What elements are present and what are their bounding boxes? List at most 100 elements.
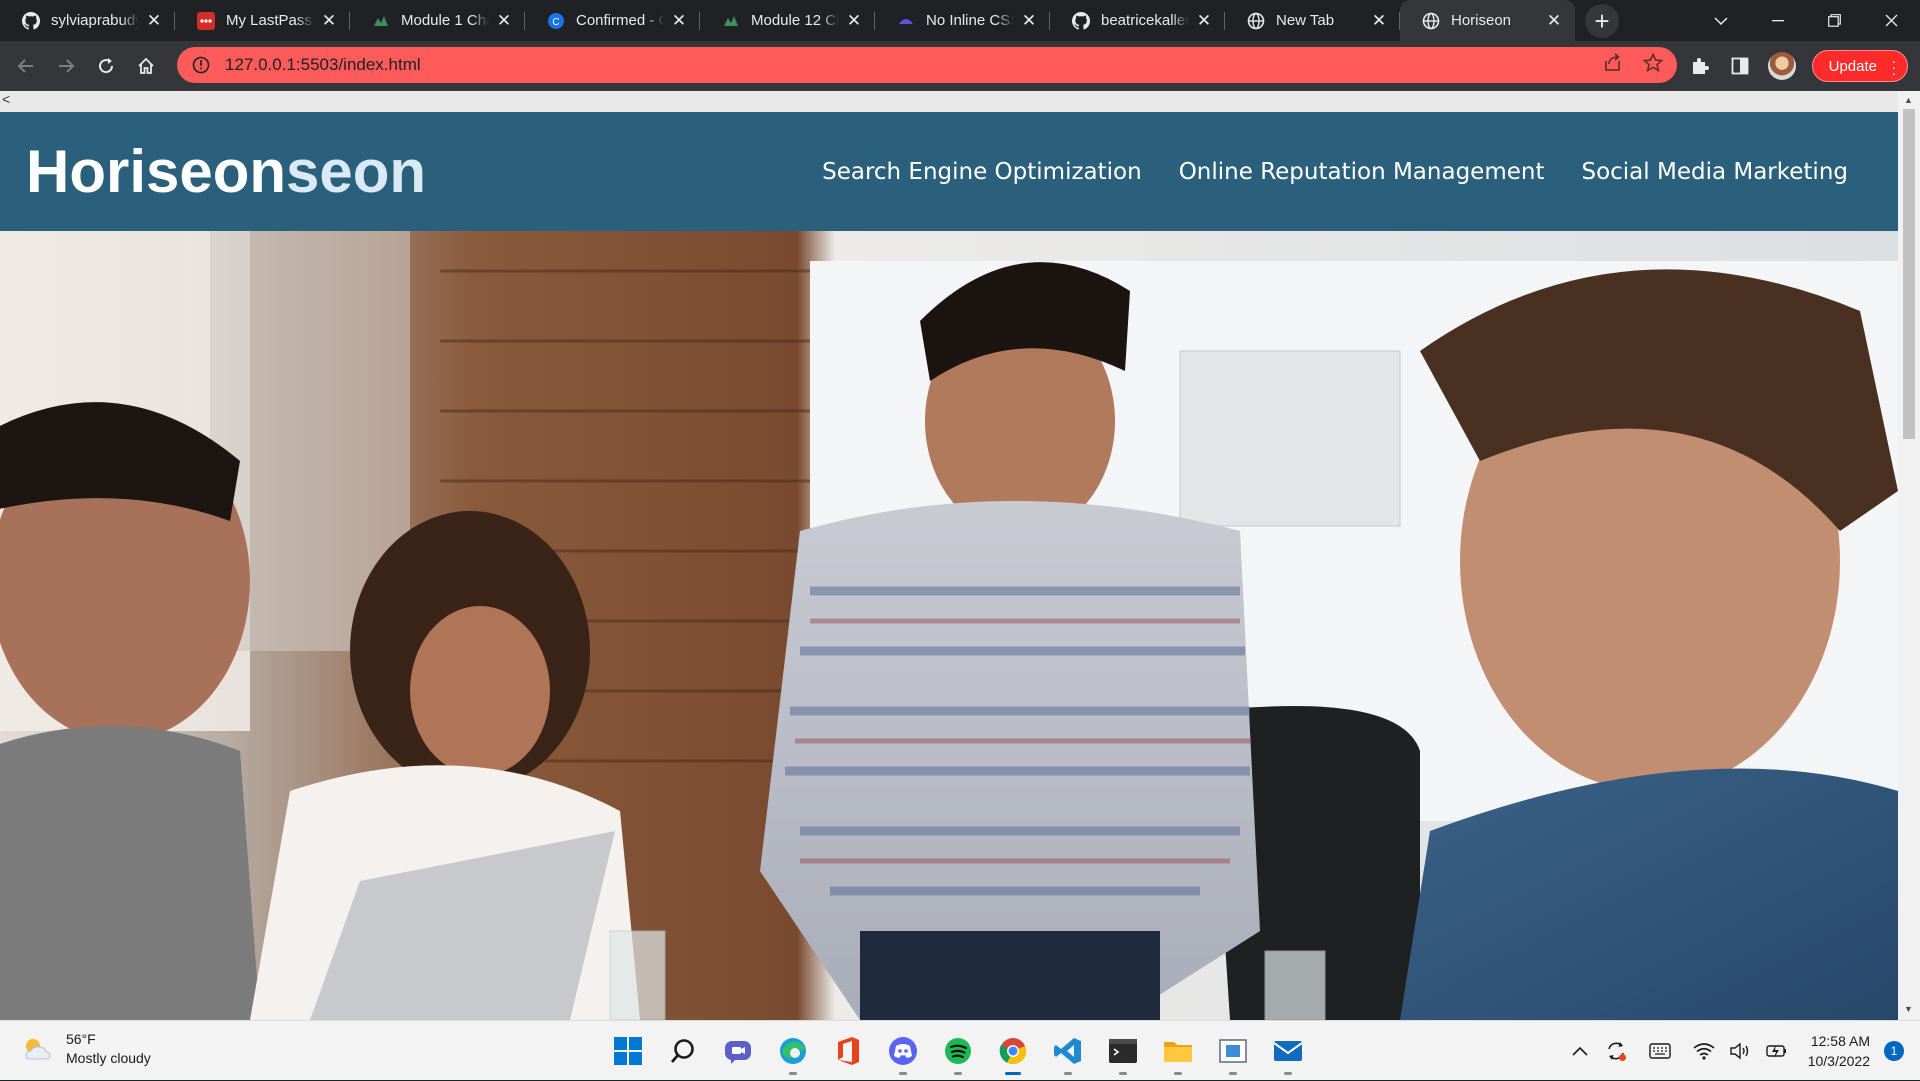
edge-button[interactable] — [775, 1033, 811, 1075]
bookmark-star-icon[interactable] — [1642, 52, 1664, 78]
profile-avatar[interactable] — [1767, 52, 1796, 80]
chrome-button[interactable] — [995, 1033, 1031, 1075]
running-indicator — [954, 1072, 962, 1075]
back-button[interactable] — [6, 46, 46, 86]
windows-logo-icon — [614, 1037, 642, 1065]
nav-link-social-media[interactable]: Social Media Marketing — [1581, 159, 1848, 185]
search-button[interactable] — [665, 1033, 701, 1069]
more-vert-icon: · · · — [1891, 53, 1896, 81]
home-icon — [138, 57, 154, 74]
restore-button[interactable] — [1806, 0, 1863, 41]
tab-search-button[interactable] — [1692, 0, 1749, 41]
extensions-puzzle-icon[interactable] — [1688, 54, 1712, 78]
update-button[interactable]: Update · · · — [1811, 50, 1908, 82]
running-indicator — [1119, 1072, 1127, 1075]
close-window-button[interactable] — [1863, 0, 1920, 41]
tab-strip: sylviaprabudy ✕ My LastPass V ✕ Module 1… — [0, 0, 1920, 41]
tab-confirmed[interactable]: C Confirmed - C ✕ — [525, 0, 700, 41]
running-indicator — [1229, 1072, 1237, 1075]
terminal-button[interactable] — [1105, 1033, 1141, 1075]
github-icon — [1072, 11, 1090, 30]
address-bar[interactable]: 127.0.0.1:5503/index.html — [177, 47, 1677, 83]
tab-title: Module 12 Ch — [751, 12, 839, 29]
home-button[interactable] — [126, 46, 166, 86]
partial-content-strip: < — [0, 91, 1898, 112]
vscode-button[interactable] — [1050, 1033, 1086, 1075]
tab-new-tab[interactable]: New Tab ✕ — [1225, 0, 1400, 41]
mail-button[interactable] — [1270, 1033, 1306, 1075]
tab-github-beatrice[interactable]: beatricekallen ✕ — [1050, 0, 1225, 41]
svg-text:C: C — [552, 17, 559, 28]
discord-button[interactable] — [885, 1033, 921, 1075]
tab-title: beatricekallen — [1101, 12, 1189, 29]
partial-text: < — [2, 91, 11, 107]
volume-icon[interactable] — [1728, 1039, 1752, 1063]
github-icon — [22, 11, 40, 30]
close-icon[interactable]: ✕ — [1370, 11, 1388, 30]
update-label: Update — [1828, 57, 1877, 75]
chevron-up-icon[interactable] — [1568, 1039, 1592, 1063]
close-icon[interactable]: ✕ — [1020, 11, 1038, 30]
running-indicator — [1174, 1072, 1182, 1075]
scroll-up-icon[interactable]: ▲ — [1904, 95, 1913, 105]
url-text: 127.0.0.1:5503/index.html — [225, 55, 421, 74]
close-icon[interactable]: ✕ — [145, 11, 163, 30]
site-nav: Search Engine Optimization Online Reputa… — [822, 159, 1848, 185]
close-icon[interactable]: ✕ — [845, 11, 863, 30]
weather-desc: Mostly cloudy — [66, 1050, 151, 1066]
clock-time: 12:58 AM — [1810, 1033, 1870, 1049]
arrow-left-icon — [17, 59, 33, 73]
nav-link-reputation[interactable]: Online Reputation Management — [1179, 159, 1545, 185]
battery-icon[interactable] — [1764, 1039, 1788, 1063]
tab-title: My LastPass V — [226, 12, 314, 29]
hero-image — [0, 231, 1898, 1020]
weather-widget[interactable]: 56°F Mostly cloudy — [22, 1030, 151, 1068]
tab-title: New Tab — [1276, 12, 1335, 29]
running-indicator — [1005, 1072, 1021, 1075]
tab-lastpass[interactable]: My LastPass V ✕ — [175, 0, 350, 41]
share-icon[interactable] — [1603, 52, 1623, 78]
tab-no-inline-css[interactable]: No Inline CSS ✕ — [875, 0, 1050, 41]
close-icon[interactable]: ✕ — [1195, 11, 1213, 30]
hero-photo — [0, 231, 1898, 1020]
scroll-down-icon[interactable]: ▼ — [1904, 1004, 1913, 1014]
teams-chat-button[interactable] — [720, 1033, 756, 1069]
running-indicator — [1284, 1072, 1292, 1075]
terminal-icon — [1109, 1039, 1137, 1063]
side-panel-icon[interactable] — [1728, 54, 1752, 78]
tab-github-sylvia[interactable]: sylviaprabudy ✕ — [0, 0, 175, 41]
close-icon[interactable]: ✕ — [670, 11, 688, 30]
sync-icon[interactable] — [1604, 1039, 1628, 1063]
globe-icon — [1422, 12, 1440, 30]
site-header: Horiseonseon Search Engine Optimization … — [0, 112, 1898, 231]
media-player-button[interactable] — [1215, 1033, 1251, 1075]
scrollbar-thumb[interactable] — [1903, 109, 1915, 439]
new-tab-button[interactable]: + — [1585, 4, 1619, 38]
tab-module-12[interactable]: Module 12 Ch ✕ — [700, 0, 875, 41]
tab-title: Horiseon — [1451, 12, 1512, 29]
tab-module-1[interactable]: Module 1 Cha ✕ — [350, 0, 525, 41]
tab-horiseon[interactable]: Horiseon ✕ — [1400, 0, 1575, 41]
spotify-button[interactable] — [940, 1033, 976, 1075]
minimize-button[interactable] — [1749, 0, 1806, 41]
arrow-right-icon — [59, 59, 75, 73]
file-explorer-button[interactable] — [1160, 1033, 1196, 1075]
clock[interactable]: 12:58 AM 10/3/2022 — [1808, 1031, 1870, 1071]
mail-icon — [1273, 1041, 1303, 1061]
close-icon[interactable]: ✕ — [495, 11, 513, 30]
start-button[interactable] — [610, 1033, 646, 1069]
nav-link-seo[interactable]: Search Engine Optimization — [822, 159, 1142, 185]
close-icon[interactable]: ✕ — [320, 11, 338, 30]
reload-button[interactable] — [86, 46, 126, 86]
tab-title: sylviaprabudy — [51, 12, 139, 29]
office-button[interactable] — [830, 1033, 866, 1069]
info-icon[interactable] — [191, 55, 211, 75]
wifi-icon[interactable] — [1692, 1039, 1716, 1063]
forward-button[interactable] — [46, 46, 86, 86]
close-icon[interactable]: ✕ — [1545, 11, 1563, 30]
vertical-scrollbar[interactable]: ▲ ▼ — [1898, 91, 1920, 1020]
course-icon — [372, 12, 390, 30]
taskbar-apps — [610, 1029, 1306, 1075]
keyboard-icon[interactable] — [1648, 1039, 1672, 1063]
notification-badge[interactable]: 1 — [1884, 1041, 1904, 1061]
